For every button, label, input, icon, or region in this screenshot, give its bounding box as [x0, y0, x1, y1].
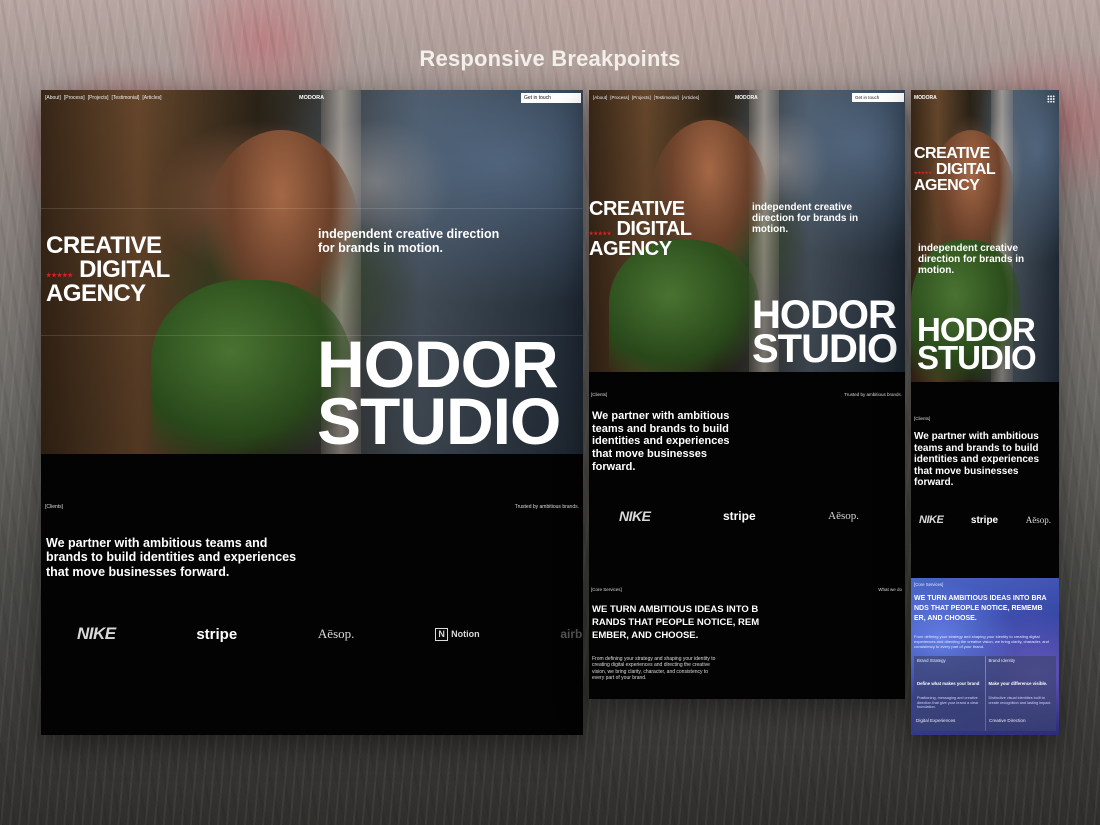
- site-logo[interactable]: MODORA: [914, 95, 937, 101]
- client-logos: NIKE stripe Aēsop.: [919, 514, 1051, 526]
- aesop-logo: Aēsop.: [317, 626, 355, 641]
- trusted-text: Trusted by ambitious brands.: [514, 504, 579, 510]
- page-heading: Responsive Breakpoints: [419, 46, 681, 71]
- rating-stars: ★★★★★: [914, 170, 932, 175]
- nav-articles[interactable]: [Articles]: [142, 95, 161, 101]
- desktop-preview: [About] [Process] [Projects] [Testimonial][…: [41, 90, 583, 735]
- services-section: [Core Services] WE TURN AMBITIOUS IDEAS …: [911, 578, 1059, 735]
- services-label: [Core Services]: [914, 582, 944, 587]
- nav-links: [About] [Process] [Projects] [Testimonial][…: [593, 95, 702, 100]
- site-logo[interactable]: MODORA: [735, 95, 758, 101]
- services-label: [Core Services]: [591, 587, 622, 592]
- hero-tagline: independent creative direction for brand…: [918, 243, 1025, 276]
- notion-icon: N: [435, 627, 449, 641]
- services-description: From defining your strategy and shaping …: [592, 656, 716, 681]
- what-we-do-text: What we do: [878, 587, 902, 592]
- nike-logo: NIKE: [919, 514, 944, 526]
- rating-stars: ★★★★★: [589, 231, 612, 237]
- nike-logo: NIKE: [619, 508, 651, 524]
- agency-title: CREATIVE ★★★★★ DIGITAL AGENCY: [589, 198, 692, 260]
- nav-projects[interactable]: [Projects]: [632, 95, 651, 100]
- nav-testimonial[interactable]: [Testimonial]: [654, 95, 679, 100]
- agency-title: CREATIVE ★★★★★ DIGITAL AGENCY: [914, 145, 996, 194]
- services-headline: WE TURN AMBITIOUS IDEAS INTO B RANDS THA…: [592, 604, 760, 641]
- stripe-logo: stripe: [722, 509, 756, 523]
- airbnb-logo: airbnb: [560, 627, 583, 641]
- clients-paragraph: We partner with ambitious teams and bran…: [592, 410, 730, 473]
- mobile-preview: MODORA CREATIVE ★★★★★ DIGITAL AGENCY ind…: [911, 90, 1059, 735]
- brand-title: HODOR STUDIO: [752, 293, 898, 372]
- nike-logo: NIKE: [77, 624, 116, 643]
- hero-tagline: independent creative direction for brand…: [752, 202, 859, 235]
- trusted-text: Trusted by ambitious brands.: [844, 392, 902, 397]
- brand-title: HODOR STUDIO: [917, 311, 1037, 377]
- client-logos: NIKE stripe Aēsop.: [619, 508, 859, 524]
- notion-logo: N Notion: [435, 627, 480, 641]
- nav-about[interactable]: [About]: [593, 95, 607, 100]
- clients-label: [Clients]: [591, 392, 608, 397]
- services-headline: WE TURN AMBITIOUS IDEAS INTO BRA NDS THA…: [914, 595, 1047, 623]
- site-logo[interactable]: MODORA: [299, 95, 324, 101]
- clients-paragraph: We partner with ambitious teams and bran…: [46, 536, 297, 579]
- nav-links: [About] [Process] [Projects] [Testimonial][…: [45, 95, 165, 101]
- nav-about[interactable]: [About]: [45, 95, 61, 101]
- hero-tagline: independent creative direction for brand…: [318, 227, 500, 255]
- nav-process[interactable]: [Process]: [64, 95, 85, 101]
- stripe-logo: stripe: [196, 625, 238, 643]
- clients-label: [Clients]: [45, 504, 64, 510]
- clients-paragraph: We partner with ambitious teams and bran…: [914, 431, 1040, 488]
- nav-projects[interactable]: [Projects]: [88, 95, 109, 101]
- service-footer-item[interactable]: Digital Experiences: [916, 718, 955, 723]
- tablet-preview: [About] [Process] [Projects] [Testimonial][…: [589, 90, 905, 699]
- stripe-logo: stripe: [970, 514, 999, 526]
- agency-title: CREATIVE ★★★★★ DIGITAL AGENCY: [46, 232, 170, 307]
- get-in-touch-button[interactable]: Get in touch: [852, 93, 904, 102]
- nav-testimonial[interactable]: [Testimonial]: [112, 95, 140, 101]
- nav-articles[interactable]: [Articles]: [682, 95, 699, 100]
- service-footer-item[interactable]: Creative Direction: [989, 718, 1026, 723]
- nav-process[interactable]: [Process]: [610, 95, 629, 100]
- services-description: From defining your strategy and shaping …: [914, 634, 1049, 649]
- rating-stars: ★★★★★: [46, 273, 73, 279]
- get-in-touch-button[interactable]: Get in touch: [521, 93, 581, 103]
- brand-title: HODOR STUDIO: [317, 327, 561, 458]
- aesop-logo: Aēsop.: [828, 510, 859, 522]
- menu-grid-icon[interactable]: [1047, 95, 1055, 103]
- clients-label: [Clients]: [914, 416, 931, 421]
- aesop-logo: Aēsop.: [1025, 515, 1051, 525]
- client-logos: NIKE stripe Aēsop. NNotion airbnb: [77, 624, 583, 644]
